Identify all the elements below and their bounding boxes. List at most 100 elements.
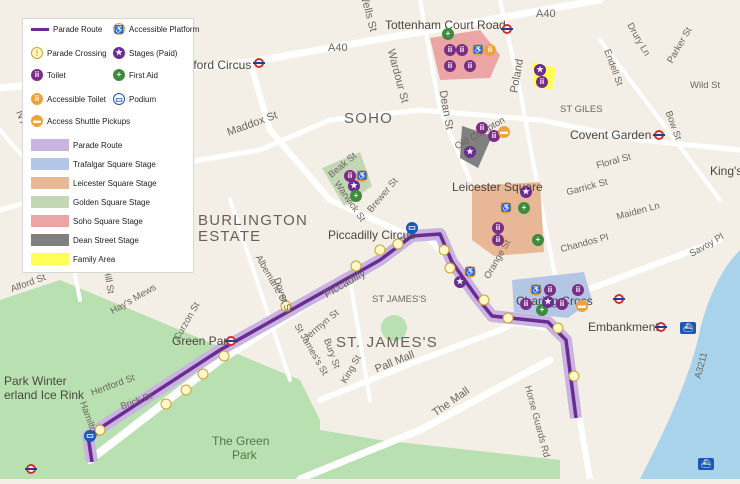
legend-area-item: Parade Route — [31, 139, 122, 151]
legend-item: ii Accessible Toilet — [31, 93, 106, 105]
legend-area-label: Trafalgar Square Stage — [73, 159, 156, 169]
accessible-platform-icon[interactable]: ♿ — [472, 44, 484, 56]
toilet-icon[interactable]: ii — [536, 76, 548, 88]
legend-area-label: Leicester Square Stage — [73, 178, 157, 188]
legend-label: Access Shuttle Pickups — [47, 116, 131, 126]
crossing-icon: ! — [31, 47, 43, 59]
place-label: Covent Garden — [570, 128, 652, 142]
podium-icon[interactable]: ▭ — [406, 222, 418, 234]
toilet-icon[interactable]: ii — [556, 298, 568, 310]
toilet-icon[interactable]: ii — [544, 284, 556, 296]
area-swatch — [31, 177, 69, 189]
accessible-toilet-icon[interactable]: ii — [484, 44, 496, 56]
toilet-icon[interactable]: ii — [492, 234, 504, 246]
tube-station-icon[interactable] — [225, 336, 237, 346]
legend-label: Stages (Paid) — [129, 48, 178, 58]
shuttle-icon[interactable]: ▬ — [498, 126, 510, 138]
stage-star-icon[interactable]: ★ — [520, 186, 532, 198]
toilet-icon[interactable]: ii — [444, 60, 456, 72]
legend-area-item: Dean Street Stage — [31, 234, 139, 246]
first-aid-icon[interactable]: + — [518, 202, 530, 214]
legend-label: First Aid — [129, 70, 158, 80]
tube-station-icon[interactable] — [655, 322, 667, 332]
first-aid-icon[interactable]: + — [350, 190, 362, 202]
legend-label: Parade Crossing — [47, 48, 107, 58]
stage-star-icon[interactable]: ★ — [454, 276, 466, 288]
area-swatch — [31, 215, 69, 227]
district-label: The Green — [212, 434, 270, 448]
legend-label: Accessible Platform — [129, 24, 200, 34]
area-swatch — [31, 158, 69, 170]
toilet-icon[interactable]: ii — [476, 122, 488, 134]
first-aid-icon[interactable]: + — [532, 234, 544, 246]
legend-area-item: Soho Square Stage — [31, 215, 143, 227]
place-label: Embankment — [588, 320, 659, 334]
legend-item: Parade Route — [31, 25, 102, 34]
road-label: A40 — [536, 8, 556, 20]
area-swatch — [31, 253, 69, 265]
legend-label: Podium — [129, 94, 157, 104]
tube-station-icon[interactable] — [653, 130, 665, 140]
pier-icon[interactable]: ⛴ — [680, 322, 696, 334]
parade-route-line-icon — [31, 28, 49, 31]
place-label: Park Winter — [4, 374, 67, 388]
map-legend: Parade Route ♿ Accessible Platform ! Par… — [22, 18, 199, 273]
place-label: erland Ice Rink — [4, 388, 85, 402]
legend-area-label: Soho Square Stage — [73, 216, 143, 226]
legend-item: ▭ Podium — [113, 93, 156, 105]
accessible-platform-icon[interactable]: ♿ — [500, 202, 512, 214]
toilet-icon[interactable]: ii — [492, 222, 504, 234]
legend-label: Accessible Toilet — [47, 94, 106, 104]
area-swatch — [31, 234, 69, 246]
wheelchair-icon: ♿ — [113, 23, 125, 35]
district-label: ST. JAMES'S — [336, 334, 438, 351]
podium-icon: ▭ — [113, 93, 125, 105]
pier-icon[interactable]: ⛴ — [698, 458, 714, 470]
legend-area-item: Trafalgar Square Stage — [31, 158, 156, 170]
legend-area-label: Golden Square Stage — [73, 197, 150, 207]
road-label: A40 — [328, 42, 348, 54]
podium-icon[interactable]: ▭ — [84, 430, 96, 442]
place-label: ST GILES — [560, 104, 603, 115]
toilet-icon[interactable]: ii — [456, 44, 468, 56]
place-label: ST JAMES'S — [372, 294, 427, 305]
toilet-icon[interactable]: ii — [572, 284, 584, 296]
legend-area-label: Dean Street Stage — [73, 235, 139, 245]
place-label: Piccadilly Circus — [328, 228, 416, 242]
area-swatch — [31, 139, 69, 151]
toilet-icon[interactable]: ii — [464, 60, 476, 72]
legend-item: ▬ Access Shuttle Pickups — [31, 115, 130, 127]
road-label: Wild St — [690, 80, 721, 91]
district-label: BURLINGTON — [198, 212, 309, 229]
legend-item: ii Toilet — [31, 69, 66, 81]
tube-station-icon[interactable] — [613, 294, 625, 304]
accessible-platform-icon[interactable]: ♿ — [530, 284, 542, 296]
area-swatch — [31, 196, 69, 208]
legend-area-label: Family Area — [73, 254, 116, 264]
map-canvas[interactable]: Tottenham Court Road Oxford Circus Coven… — [0, 0, 740, 483]
legend-area-item: Leicester Square Stage — [31, 177, 157, 189]
legend-item: ♿ Accessible Platform — [113, 23, 199, 35]
shuttle-icon: ▬ — [31, 115, 43, 127]
tube-station-icon[interactable] — [253, 58, 265, 68]
first-aid-icon: + — [113, 69, 125, 81]
district-label: ESTATE — [198, 228, 262, 245]
legend-label: Toilet — [47, 70, 66, 80]
legend-item: ! Parade Crossing — [31, 47, 107, 59]
toilet-icon[interactable]: ii — [444, 44, 456, 56]
toilet-icon: ii — [31, 69, 43, 81]
first-aid-icon[interactable]: + — [442, 28, 454, 40]
accessible-toilet-icon: ii — [31, 93, 43, 105]
shuttle-icon[interactable]: ▬ — [576, 300, 588, 312]
tube-station-icon[interactable] — [501, 24, 513, 34]
legend-area-label: Parade Route — [73, 140, 123, 150]
legend-item: + First Aid — [113, 69, 158, 81]
stage-star-icon[interactable]: ★ — [464, 146, 476, 158]
accessible-platform-icon[interactable]: ♿ — [464, 266, 476, 278]
star-icon: ★ — [113, 47, 125, 59]
place-label: King's — [710, 164, 740, 178]
stage-star-icon[interactable]: ★ — [542, 296, 554, 308]
tube-station-icon[interactable] — [25, 464, 37, 474]
stage-star-icon[interactable]: ★ — [534, 64, 546, 76]
toilet-icon[interactable]: ii — [520, 298, 532, 310]
